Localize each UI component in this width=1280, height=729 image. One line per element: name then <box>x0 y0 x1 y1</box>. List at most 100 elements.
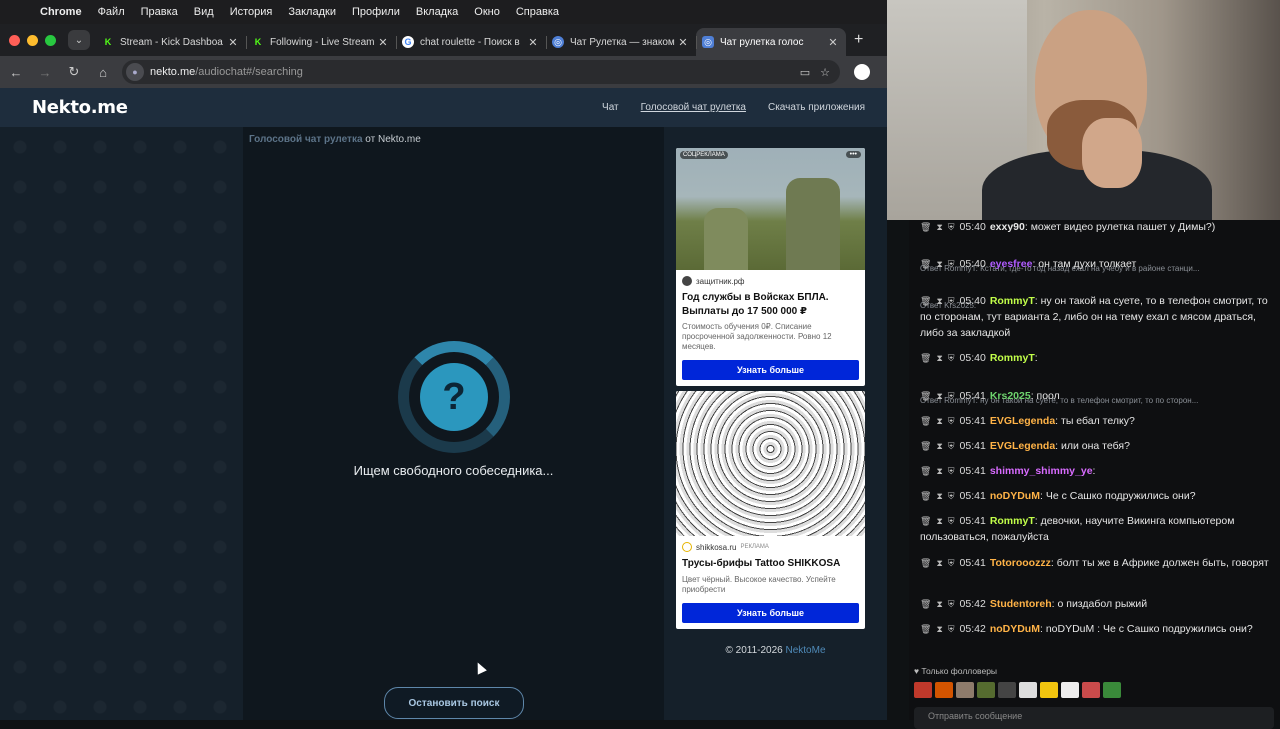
tab-google-search[interactable]: G chat roulette - Поиск в ✕ <box>396 28 546 56</box>
trash-icon[interactable]: 🗑 <box>920 413 931 429</box>
emote-icon[interactable] <box>1103 682 1121 698</box>
chat-username[interactable]: exxy90 <box>990 221 1025 233</box>
shield-icon[interactable]: ⛨ <box>948 555 955 571</box>
trash-icon[interactable]: 🗑 <box>920 488 931 504</box>
hourglass-icon[interactable]: ⧗ <box>936 413 942 429</box>
nav-download-apps[interactable]: Скачать приложения <box>768 102 865 113</box>
shield-icon[interactable]: ⛨ <box>948 293 955 309</box>
shield-icon[interactable]: ⛨ <box>948 388 955 404</box>
chat-username[interactable]: Krs2025 <box>990 390 1031 402</box>
shield-icon[interactable]: ⛨ <box>948 350 955 366</box>
menu-help[interactable]: Справка <box>508 6 567 18</box>
trash-icon[interactable]: 🗑 <box>920 513 931 529</box>
bookmark-star-icon[interactable]: ☆ <box>820 66 830 79</box>
emote-icon[interactable] <box>1019 682 1037 698</box>
trash-icon[interactable]: 🗑 <box>920 350 931 366</box>
hourglass-icon[interactable]: ⧗ <box>936 350 942 366</box>
profile-avatar[interactable] <box>854 64 870 80</box>
menu-window[interactable]: Окно <box>466 6 508 18</box>
shield-icon[interactable]: ⛨ <box>948 621 955 637</box>
emote-icon[interactable] <box>1082 682 1100 698</box>
hourglass-icon[interactable]: ⧗ <box>936 438 942 454</box>
forward-arrow-icon[interactable]: → <box>32 65 58 80</box>
copyright-link[interactable]: NektoMe <box>786 645 826 656</box>
menu-history[interactable]: История <box>222 6 281 18</box>
menu-view[interactable]: Вид <box>186 6 222 18</box>
hourglass-icon[interactable]: ⧗ <box>936 513 942 529</box>
close-window-button[interactable] <box>9 34 20 46</box>
chat-username[interactable]: RommyT <box>990 295 1035 307</box>
ad-headline[interactable]: Год службы в Войсках БПЛА. Выплаты до 17… <box>676 286 865 318</box>
chat-username[interactable]: shimmy_shimmy_ye <box>990 465 1093 477</box>
tab-kick-dashboard[interactable]: K Stream - Kick Dashboa ✕ <box>96 28 246 56</box>
zoom-window-button[interactable] <box>45 34 56 46</box>
hourglass-icon[interactable]: ⧗ <box>936 256 942 272</box>
nav-voice-roulette[interactable]: Голосовой чат рулетка <box>641 102 746 113</box>
trash-icon[interactable]: 🗑 <box>920 219 931 235</box>
shield-icon[interactable]: ⛨ <box>948 596 955 612</box>
chat-username[interactable]: noDYDuM <box>990 490 1040 502</box>
ad-card[interactable]: shikkosa.ru РЕКЛАМА Трусы-брифы Tattoo S… <box>676 391 865 629</box>
nav-chat[interactable]: Чат <box>602 102 619 113</box>
close-tab-icon[interactable]: ✕ <box>226 36 240 49</box>
emote-icon[interactable] <box>998 682 1016 698</box>
hourglass-icon[interactable]: ⧗ <box>936 293 942 309</box>
menu-tab[interactable]: Вкладка <box>408 6 466 18</box>
back-arrow-icon[interactable]: ← <box>3 65 29 80</box>
menu-edit[interactable]: Правка <box>133 6 186 18</box>
ad-learn-more-button[interactable]: Узнать больше <box>682 603 859 623</box>
shield-icon[interactable]: ⛨ <box>948 513 955 529</box>
emote-icon[interactable] <box>1040 682 1058 698</box>
hourglass-icon[interactable]: ⧗ <box>936 596 942 612</box>
menu-bookmarks[interactable]: Закладки <box>280 6 344 18</box>
close-tab-icon[interactable]: ✕ <box>526 36 540 49</box>
chat-username[interactable]: RommyT <box>990 352 1035 364</box>
chat-username[interactable]: EVGLegenda <box>990 440 1055 452</box>
tab-nekto-voice-active[interactable]: ◎ Чат рулетка голос ✕ <box>696 28 846 56</box>
hourglass-icon[interactable]: ⧗ <box>936 621 942 637</box>
shield-icon[interactable]: ⛨ <box>948 463 955 479</box>
new-tab-plus-icon[interactable]: + <box>854 31 863 49</box>
trash-icon[interactable]: 🗑 <box>920 463 931 479</box>
site-info-icon[interactable]: ● <box>126 63 144 81</box>
trash-icon[interactable]: 🗑 <box>920 293 931 309</box>
chat-username[interactable]: Totorooozzz <box>990 557 1051 569</box>
hourglass-icon[interactable]: ⧗ <box>936 219 942 235</box>
close-tab-icon[interactable]: ✕ <box>376 36 390 49</box>
hourglass-icon[interactable]: ⧗ <box>936 388 942 404</box>
hourglass-icon[interactable]: ⧗ <box>936 463 942 479</box>
menu-profiles[interactable]: Профили <box>344 6 408 18</box>
trash-icon[interactable]: 🗑 <box>920 621 931 637</box>
chat-username[interactable]: EVGLegenda <box>990 415 1055 427</box>
address-bar[interactable]: ● nekto.me /audiochat#/searching ▭ ☆ <box>122 60 840 84</box>
emote-icon[interactable] <box>935 682 953 698</box>
ad-headline[interactable]: Трусы-брифы Tattoo SHIKKOSA <box>676 552 865 571</box>
chat-username[interactable]: Studentoreh <box>990 598 1052 610</box>
shield-icon[interactable]: ⛨ <box>948 219 955 235</box>
tab-nekto-chat[interactable]: ◎ Чат Рулетка — знаком ✕ <box>546 28 696 56</box>
emote-icon[interactable] <box>977 682 995 698</box>
minimize-window-button[interactable] <box>27 34 38 46</box>
chat-username[interactable]: RommyT <box>990 515 1035 527</box>
tab-kick-following[interactable]: K Following - Live Stream ✕ <box>246 28 396 56</box>
shield-icon[interactable]: ⛨ <box>948 413 955 429</box>
tab-search-chevron-icon[interactable]: ⌄ <box>68 30 90 50</box>
hourglass-icon[interactable]: ⧗ <box>936 555 942 571</box>
trash-icon[interactable]: 🗑 <box>920 388 931 404</box>
breadcrumb-link[interactable]: Голосовой чат рулетка <box>249 134 363 145</box>
hourglass-icon[interactable]: ⧗ <box>936 488 942 504</box>
menu-app-name[interactable]: Chrome <box>32 6 90 18</box>
ad-learn-more-button[interactable]: Узнать больше <box>682 360 859 380</box>
emote-icon[interactable] <box>1061 682 1079 698</box>
chat-username[interactable]: eyesfree <box>990 258 1033 270</box>
menu-file[interactable]: Файл <box>90 6 133 18</box>
shield-icon[interactable]: ⛨ <box>948 438 955 454</box>
trash-icon[interactable]: 🗑 <box>920 555 931 571</box>
emote-icon[interactable] <box>956 682 974 698</box>
reload-icon[interactable]: ↻ <box>61 64 87 80</box>
chat-username[interactable]: noDYDuM <box>990 623 1040 635</box>
trash-icon[interactable]: 🗑 <box>920 256 931 272</box>
ad-more-icon[interactable]: ••• <box>845 151 861 158</box>
shield-icon[interactable]: ⛨ <box>948 488 955 504</box>
chat-message-input[interactable]: Отправить сообщение <box>914 707 1274 729</box>
